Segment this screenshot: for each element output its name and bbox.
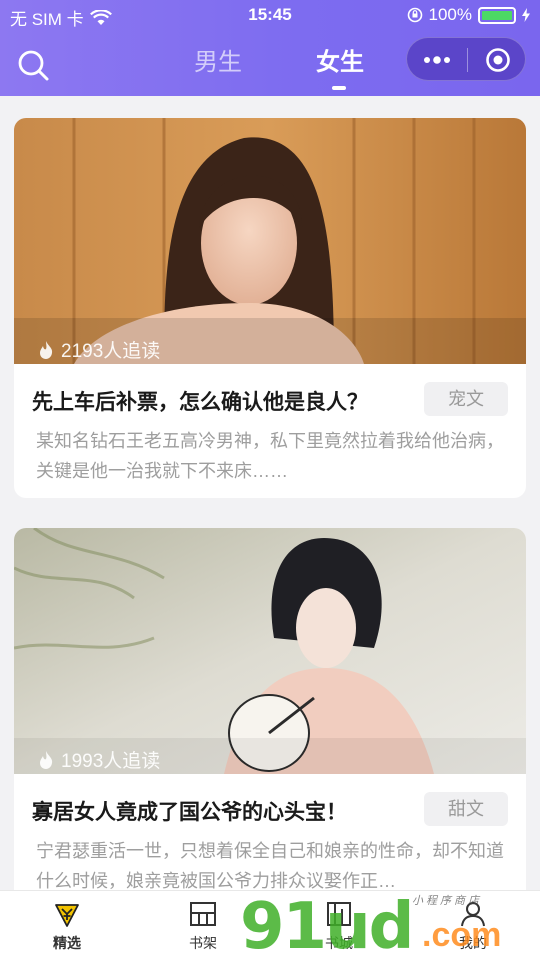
flame-icon bbox=[40, 750, 53, 769]
book-cover-image bbox=[14, 528, 526, 774]
search-icon[interactable] bbox=[16, 48, 50, 82]
profile-icon bbox=[461, 902, 485, 927]
tab-featured[interactable]: 精选 bbox=[22, 899, 112, 953]
genre-tag: 甜文 bbox=[424, 792, 508, 826]
tab-female[interactable]: 女生 bbox=[316, 42, 364, 77]
bookstore-icon bbox=[327, 902, 351, 926]
status-bar: 无 SIM 卡 15:45 100% bbox=[0, 0, 540, 30]
bookshelf-icon bbox=[190, 902, 216, 926]
tab-male[interactable]: 男生 bbox=[194, 42, 242, 77]
tab-bookshelf-label: 书架 bbox=[189, 935, 217, 951]
tab-bookshelf[interactable]: 书架 bbox=[158, 899, 248, 953]
battery-percent: 100% bbox=[428, 5, 472, 24]
featured-icon bbox=[55, 904, 79, 927]
book-card[interactable]: 1993人追读 寡居女人竟成了国公爷的心头宝！ 甜文 宁君瑟重活一世，只想着保全… bbox=[14, 528, 526, 928]
battery-icon bbox=[478, 6, 516, 24]
capsule-divider bbox=[467, 48, 468, 72]
book-title: 先上车后补票，怎么确认他是良人？ bbox=[32, 391, 368, 414]
active-tab-indicator bbox=[332, 86, 346, 90]
book-description: 宁君瑟重活一世，只想着保全自己和娘亲的性命，却不知道什么时候，娘亲竟被国公爷力排… bbox=[36, 841, 504, 891]
tab-bookstore-label: 书城 bbox=[325, 935, 353, 951]
reads-count: 2193人追读 bbox=[36, 336, 160, 363]
book-description: 某知名钻石王老五高冷男神，私下里竟然拉着我给他治病，关键是他一治我就下不来床…… bbox=[36, 431, 504, 481]
reads-count: 1993人追读 bbox=[36, 746, 160, 773]
book-title: 寡居女人竟成了国公爷的心头宝！ bbox=[32, 801, 347, 824]
tab-bookstore[interactable]: 书城 bbox=[294, 899, 384, 953]
more-dots-icon[interactable] bbox=[421, 50, 453, 70]
reads-text: 2193人追读 bbox=[61, 341, 161, 362]
mini-program-capsule bbox=[406, 37, 526, 81]
orientation-lock-icon bbox=[407, 7, 422, 23]
charging-icon bbox=[522, 8, 530, 22]
tab-featured-label: 精选 bbox=[53, 935, 81, 951]
target-close-icon[interactable] bbox=[485, 47, 511, 73]
tab-profile-label: 我的 bbox=[459, 935, 487, 951]
bottom-tab-bar: 精选 书架 书城 我的 bbox=[0, 890, 540, 960]
tab-profile[interactable]: 我的 bbox=[428, 899, 518, 953]
app-header: 无 SIM 卡 15:45 100% 男生 女生 bbox=[0, 0, 540, 96]
genre-tag: 宠文 bbox=[424, 382, 508, 416]
flame-icon bbox=[40, 340, 53, 359]
book-cover-image bbox=[14, 118, 526, 364]
status-right: 100% bbox=[407, 5, 530, 25]
book-card[interactable]: 2193人追读 先上车后补票，怎么确认他是良人？ 宠文 某知名钻石王老五高冷男神… bbox=[14, 118, 526, 498]
reads-text: 1993人追读 bbox=[61, 751, 161, 772]
